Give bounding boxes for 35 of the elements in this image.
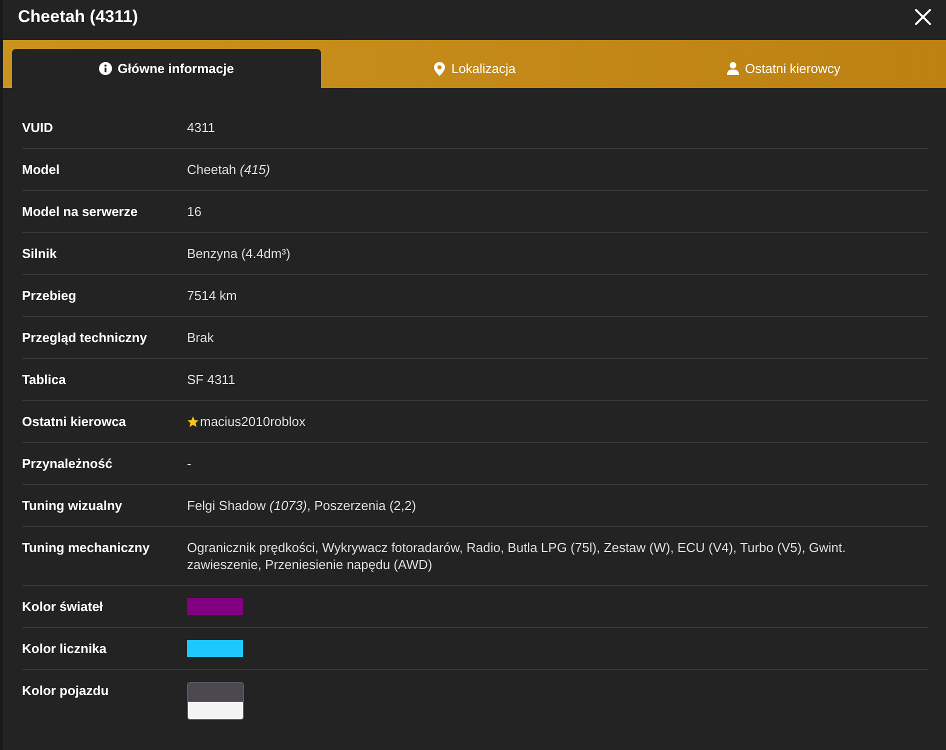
- close-icon: [915, 9, 931, 25]
- close-button[interactable]: [915, 9, 931, 25]
- field-label: Model na serwerze: [22, 203, 139, 220]
- field-label: Przegląd techniczny: [22, 329, 148, 346]
- field-label: Kolor licznika: [22, 640, 108, 657]
- field-label: Kolor pojazdu: [22, 682, 110, 699]
- field-value: 7514 km: [187, 287, 238, 304]
- field-label: Kolor świateł: [22, 598, 104, 615]
- driver-name: macius2010roblox: [200, 413, 306, 430]
- field-label: Silnik: [22, 245, 58, 262]
- field-value: Cheetah (415): [187, 161, 272, 178]
- tab[interactable]: Główne informacje: [12, 49, 321, 88]
- map-pin-icon: [434, 62, 446, 76]
- field-label: Tablica: [22, 371, 67, 388]
- field-label: VUID: [22, 119, 54, 136]
- tab[interactable]: Lokalizacja: [320, 49, 630, 88]
- info-icon: [98, 62, 112, 75]
- field-value: Brak: [187, 329, 215, 346]
- field-value: Benzyna (4.4dm³): [187, 245, 292, 262]
- field-value: Felgi Shadow (1073), Poszerzenia (2,2): [187, 497, 418, 514]
- field-value: 4311: [187, 119, 216, 136]
- field-label: Tuning wizualny: [22, 497, 124, 514]
- person-icon: [726, 62, 739, 75]
- field-label: Przebieg: [22, 287, 78, 304]
- field-label: Model: [22, 161, 61, 178]
- window-title: Cheetah (4311): [18, 6, 138, 28]
- star-icon: [187, 416, 199, 428]
- field-value: 16: [187, 203, 202, 220]
- field-value: SF 4311: [187, 371, 236, 388]
- field-value: Ogranicznik prędkości, Wykrywacz fotoradarów, Radio, Butla LPG (75l), Zestaw (W), ECU (V4), Turbo (V5), Gwint. zawieszenie, Przeniesienie napędu (AWD): [187, 539, 847, 573]
- field-label: Przynależność: [22, 455, 114, 472]
- field-value: -: [187, 455, 192, 472]
- field-label: Tuning mechaniczny: [22, 539, 151, 556]
- field-label: Ostatni kierowca: [22, 413, 128, 430]
- tab[interactable]: Ostatni kierowcy: [629, 49, 938, 88]
